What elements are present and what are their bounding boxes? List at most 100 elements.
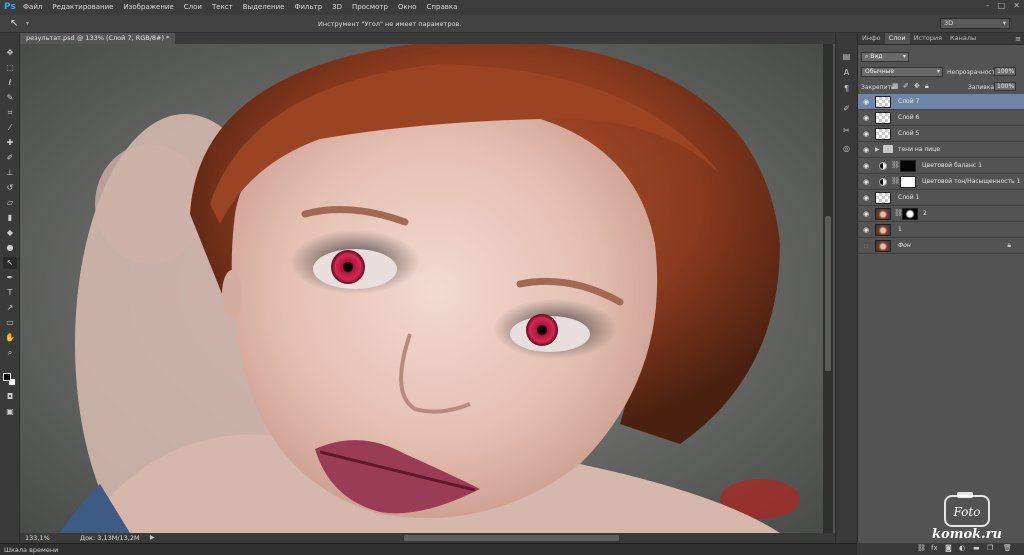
- pen-tool-icon[interactable]: ✒: [3, 272, 17, 284]
- dodge-tool-icon[interactable]: ●: [3, 242, 17, 254]
- blur-tool-icon[interactable]: ◆: [3, 227, 17, 239]
- layer-row[interactable]: ◉ Слой 1: [858, 190, 1024, 206]
- lock-all-icon[interactable]: 🔒︎: [925, 82, 929, 91]
- history-panel-icon[interactable]: ▤: [840, 51, 853, 63]
- hand-tool-icon[interactable]: ✋: [3, 332, 17, 344]
- eye-icon[interactable]: ◉: [862, 194, 870, 202]
- vertical-scroll-thumb[interactable]: [825, 216, 831, 371]
- clone-stamp-tool-icon[interactable]: ⊥: [3, 167, 17, 179]
- layer-group-row[interactable]: ◉ ▶ тени на лице: [858, 142, 1024, 158]
- workspace-select[interactable]: 3D: [940, 18, 1010, 29]
- mask-thumbnail[interactable]: [900, 176, 916, 188]
- tool-preset-caret-icon[interactable]: ▾: [26, 20, 29, 27]
- panel-menu-icon[interactable]: ≡: [1015, 35, 1021, 43]
- menu-file[interactable]: Файл: [18, 0, 47, 15]
- timeline-label[interactable]: Шкала времени: [4, 546, 58, 554]
- tab-history[interactable]: История: [910, 33, 946, 44]
- document-tab[interactable]: результат.psd @ 133% (Слой 7, RGB/8#) *: [20, 33, 176, 44]
- menu-filter[interactable]: Фильтр: [289, 0, 327, 15]
- character-panel-icon[interactable]: A: [840, 67, 853, 79]
- eye-icon[interactable]: ◉: [862, 114, 870, 122]
- menu-edit[interactable]: Редактирование: [47, 0, 118, 15]
- layer-row[interactable]: ◉ Слой 5: [858, 126, 1024, 142]
- vertical-scrollbar[interactable]: [823, 44, 833, 533]
- layer-row[interactable]: ◉ ⛓ Цветовой тон/Насыщенность 1: [858, 174, 1024, 190]
- zoom-tool-icon[interactable]: ⌕: [3, 347, 17, 359]
- marquee-tool-icon[interactable]: ⬚: [3, 62, 17, 74]
- angle-tool-icon[interactable]: ↖: [10, 18, 18, 29]
- screen-mode-icon[interactable]: ▣: [3, 406, 17, 418]
- add-mask-icon[interactable]: ◙: [945, 544, 952, 552]
- path-selection-tool-icon[interactable]: ↖: [3, 257, 17, 269]
- menu-select[interactable]: Выделение: [238, 0, 290, 15]
- lock-position-icon[interactable]: ✥: [914, 82, 920, 90]
- crop-tool-icon[interactable]: ⌗: [3, 107, 17, 119]
- mask-thumbnail[interactable]: [902, 208, 918, 220]
- eraser-tool-icon[interactable]: ▱: [3, 197, 17, 209]
- fill-input[interactable]: 100%: [994, 82, 1016, 91]
- menu-help[interactable]: Справка: [422, 0, 463, 15]
- menu-image[interactable]: Изображение: [118, 0, 178, 15]
- lasso-tool-icon[interactable]: ℓ: [3, 77, 17, 89]
- canvas-area[interactable]: [20, 44, 823, 533]
- eye-icon[interactable]: ◉: [862, 210, 870, 218]
- history-brush-tool-icon[interactable]: ↺: [3, 182, 17, 194]
- minimize-button[interactable]: –: [986, 1, 990, 10]
- blend-mode-select[interactable]: Обычные: [861, 67, 943, 77]
- eye-icon[interactable]: ◉: [862, 162, 870, 170]
- paragraph-panel-icon[interactable]: ¶: [840, 83, 853, 95]
- layer-row[interactable]: ◉ ⛓ Цветовой баланс 1: [858, 158, 1024, 174]
- eye-icon[interactable]: ◉: [862, 130, 870, 138]
- layer-row[interactable]: ◉ ⛓ 2: [858, 206, 1024, 222]
- type-tool-icon[interactable]: T: [3, 287, 17, 299]
- eye-icon[interactable]: ◉: [862, 98, 870, 106]
- healing-brush-tool-icon[interactable]: ✚: [3, 137, 17, 149]
- tools-panel: ✥ ⬚ ℓ ✎ ⌗ ⁄ ✚ ✐ ⊥ ↺ ▱ ▮ ◆ ● ↖ ✒ T ↗ ▭ ✋ …: [0, 33, 20, 543]
- shape-tool-icon[interactable]: ▭: [3, 317, 17, 329]
- menu-window[interactable]: Окно: [393, 0, 422, 15]
- tab-info[interactable]: Инфо: [858, 33, 885, 44]
- quick-select-tool-icon[interactable]: ✎: [3, 92, 17, 104]
- new-layer-icon[interactable]: ❐: [987, 544, 993, 552]
- mask-thumbnail[interactable]: [900, 160, 916, 172]
- layer-row[interactable]: ▫ Фон 🔒︎: [858, 238, 1024, 254]
- layer-filter-select[interactable]: ⌕ Вид: [861, 52, 909, 62]
- eye-hidden-icon[interactable]: ▫: [862, 242, 870, 250]
- eyedropper-tool-icon[interactable]: ⁄: [3, 122, 17, 134]
- eye-icon[interactable]: ◉: [862, 226, 870, 234]
- layer-style-icon[interactable]: fx: [931, 544, 938, 552]
- link-layers-icon[interactable]: ⛓: [917, 544, 926, 552]
- zoom-level[interactable]: 133,1%: [25, 534, 50, 542]
- gradient-tool-icon[interactable]: ▮: [3, 212, 17, 224]
- status-menu-arrow-icon[interactable]: ▶: [150, 534, 155, 541]
- menu-3d[interactable]: 3D: [327, 0, 347, 15]
- eye-icon[interactable]: ◉: [862, 146, 870, 154]
- lock-pixels-icon[interactable]: ✐: [903, 82, 909, 90]
- move-tool-icon[interactable]: ✥: [3, 47, 17, 59]
- opacity-input[interactable]: 100%: [994, 67, 1016, 76]
- horizontal-scroll-thumb[interactable]: [404, 535, 619, 541]
- expand-arrow-icon[interactable]: ▶: [875, 146, 880, 153]
- adjustment-icon[interactable]: ◐: [959, 544, 965, 552]
- menu-layers[interactable]: Слои: [179, 0, 207, 15]
- layer-row[interactable]: ◉ Слой 6: [858, 110, 1024, 126]
- close-button[interactable]: ✕: [1013, 1, 1020, 10]
- layer-row[interactable]: ◉ 1: [858, 222, 1024, 238]
- brush-panel-icon[interactable]: ✐: [840, 103, 853, 115]
- tools-presets-icon[interactable]: ✂: [840, 125, 853, 137]
- menu-view[interactable]: Просмотр: [347, 0, 393, 15]
- new-group-icon[interactable]: ▬: [973, 544, 980, 552]
- menu-type[interactable]: Текст: [207, 0, 238, 15]
- eye-icon[interactable]: ◉: [862, 178, 870, 186]
- tab-layers[interactable]: Слои: [884, 33, 910, 44]
- quick-mask-icon[interactable]: ◘: [3, 391, 17, 403]
- brush-tool-icon[interactable]: ✐: [3, 152, 17, 164]
- lock-transparency-icon[interactable]: ▦: [892, 82, 899, 90]
- layer-row[interactable]: ◉ Слой 7: [858, 94, 1024, 110]
- direct-selection-tool-icon[interactable]: ↗: [3, 302, 17, 314]
- maximize-button[interactable]: □: [998, 1, 1006, 10]
- delete-layer-icon[interactable]: 🗑︎: [1003, 544, 1012, 552]
- foreground-color-swatch[interactable]: [3, 373, 11, 381]
- tab-channels[interactable]: Каналы: [946, 33, 980, 44]
- clone-source-icon[interactable]: ◎: [840, 143, 853, 155]
